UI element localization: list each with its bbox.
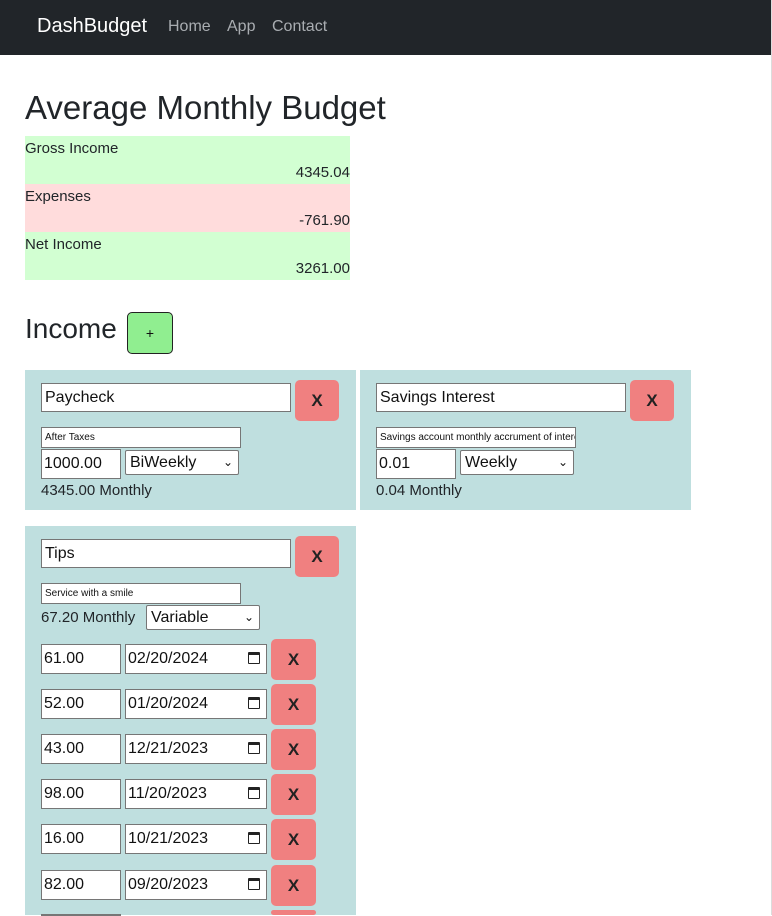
gross-income-row: Gross Income 4345.04 [25,136,350,184]
monthly-amount-text: 4345.00 Monthly [41,482,152,499]
page-title: Average Monthly Budget [25,89,386,126]
entry-date-input[interactable]: 02/20/2024 [125,644,267,674]
entry-date-value: 02/20/2024 [128,650,209,667]
calendar-icon[interactable] [248,878,260,890]
net-income-row: Net Income 3261.00 [25,232,350,280]
income-name-input[interactable]: Paycheck [41,383,291,412]
entry-date-input[interactable]: 09/20/2023 [125,870,267,900]
nav-link-app[interactable]: App [227,18,255,36]
chevron-down-icon: ⌄ [557,455,568,469]
income-card-paycheck: Paycheck X After Taxes 1000.00 BiWeekly … [25,370,356,510]
frequency-select[interactable]: Weekly ⌄ [460,450,574,475]
chevron-down-icon: ⌄ [243,610,254,624]
income-description-input[interactable]: Service with a smile [41,583,241,604]
frequency-value: Variable [151,609,209,626]
entry-date-value: 11/20/2023 [128,785,207,802]
expenses-row: Expenses -761.90 [25,184,350,232]
income-description-input[interactable]: Savings account monthly accrument of int… [376,427,576,448]
income-card-savings-interest: Savings Interest X Savings account month… [360,370,691,510]
calendar-icon[interactable] [248,787,260,799]
calendar-icon[interactable] [248,742,260,754]
entry-amount-input[interactable]: 98.00 [41,779,121,809]
delete-entry-button[interactable] [271,910,316,915]
delete-entry-button[interactable]: X [271,865,316,906]
nav-link-home[interactable]: Home [168,18,211,36]
entry-amount-input[interactable]: 82.00 [41,870,121,900]
entry-date-value: 12/21/2023 [128,740,209,757]
income-amount-input[interactable]: 0.01 [376,449,456,479]
navbar: DashBudget Home App Contact [0,0,771,55]
calendar-icon[interactable] [248,697,260,709]
income-name-input[interactable]: Savings Interest [376,383,626,412]
entry-amount-input[interactable]: 16.00 [41,824,121,854]
delete-income-button[interactable]: X [295,536,339,577]
budget-summary: Gross Income 4345.04 Expenses -761.90 Ne… [25,136,350,280]
calendar-icon[interactable] [248,652,260,664]
delete-income-button[interactable]: X [630,380,674,421]
income-name-input[interactable]: Tips [41,539,291,568]
entry-date-input[interactable]: 10/21/2023 [125,824,267,854]
expenses-value: -761.90 [299,212,350,229]
net-income-value: 3261.00 [295,260,350,277]
brand-logo[interactable]: DashBudget [37,15,147,38]
monthly-amount-text: 0.04 Monthly [376,482,462,499]
net-income-label: Net Income [25,236,102,253]
delete-entry-button[interactable]: X [271,819,316,860]
frequency-value: BiWeekly [130,454,197,471]
income-card-tips: Tips X Service with a smile 67.20 Monthl… [25,526,356,916]
income-section-title: Income [25,313,117,344]
entry-date-value: 09/20/2023 [128,876,209,893]
entry-date-input[interactable]: 12/21/2023 [125,734,267,764]
gross-income-value: 4345.04 [295,164,350,181]
frequency-select[interactable]: BiWeekly ⌄ [125,450,239,475]
delete-entry-button[interactable]: X [271,729,316,770]
delete-entry-button[interactable]: X [271,684,316,725]
entry-amount-input[interactable]: 52.00 [41,689,121,719]
expenses-label: Expenses [25,188,91,205]
gross-income-label: Gross Income [25,140,119,157]
delete-entry-button[interactable]: X [271,774,316,815]
frequency-select[interactable]: Variable ⌄ [146,605,260,630]
add-income-button[interactable]: + [127,312,173,354]
calendar-icon[interactable] [248,832,260,844]
chevron-down-icon: ⌄ [222,455,233,469]
monthly-amount-text: 67.20 Monthly [41,609,136,626]
income-description-input[interactable]: After Taxes [41,427,241,448]
entry-date-value: 01/20/2024 [128,695,209,712]
entry-amount-input[interactable]: 61.00 [41,644,121,674]
frequency-value: Weekly [465,454,518,471]
entry-date-value: 10/21/2023 [128,830,209,847]
entry-date-input[interactable]: 11/20/2023 [125,779,267,809]
entry-date-input[interactable]: 01/20/2024 [125,689,267,719]
delete-entry-button[interactable]: X [271,639,316,680]
entry-amount-input[interactable]: 43.00 [41,734,121,764]
income-amount-input[interactable]: 1000.00 [41,449,121,479]
nav-link-contact[interactable]: Contact [272,18,327,36]
delete-income-button[interactable]: X [295,380,339,421]
